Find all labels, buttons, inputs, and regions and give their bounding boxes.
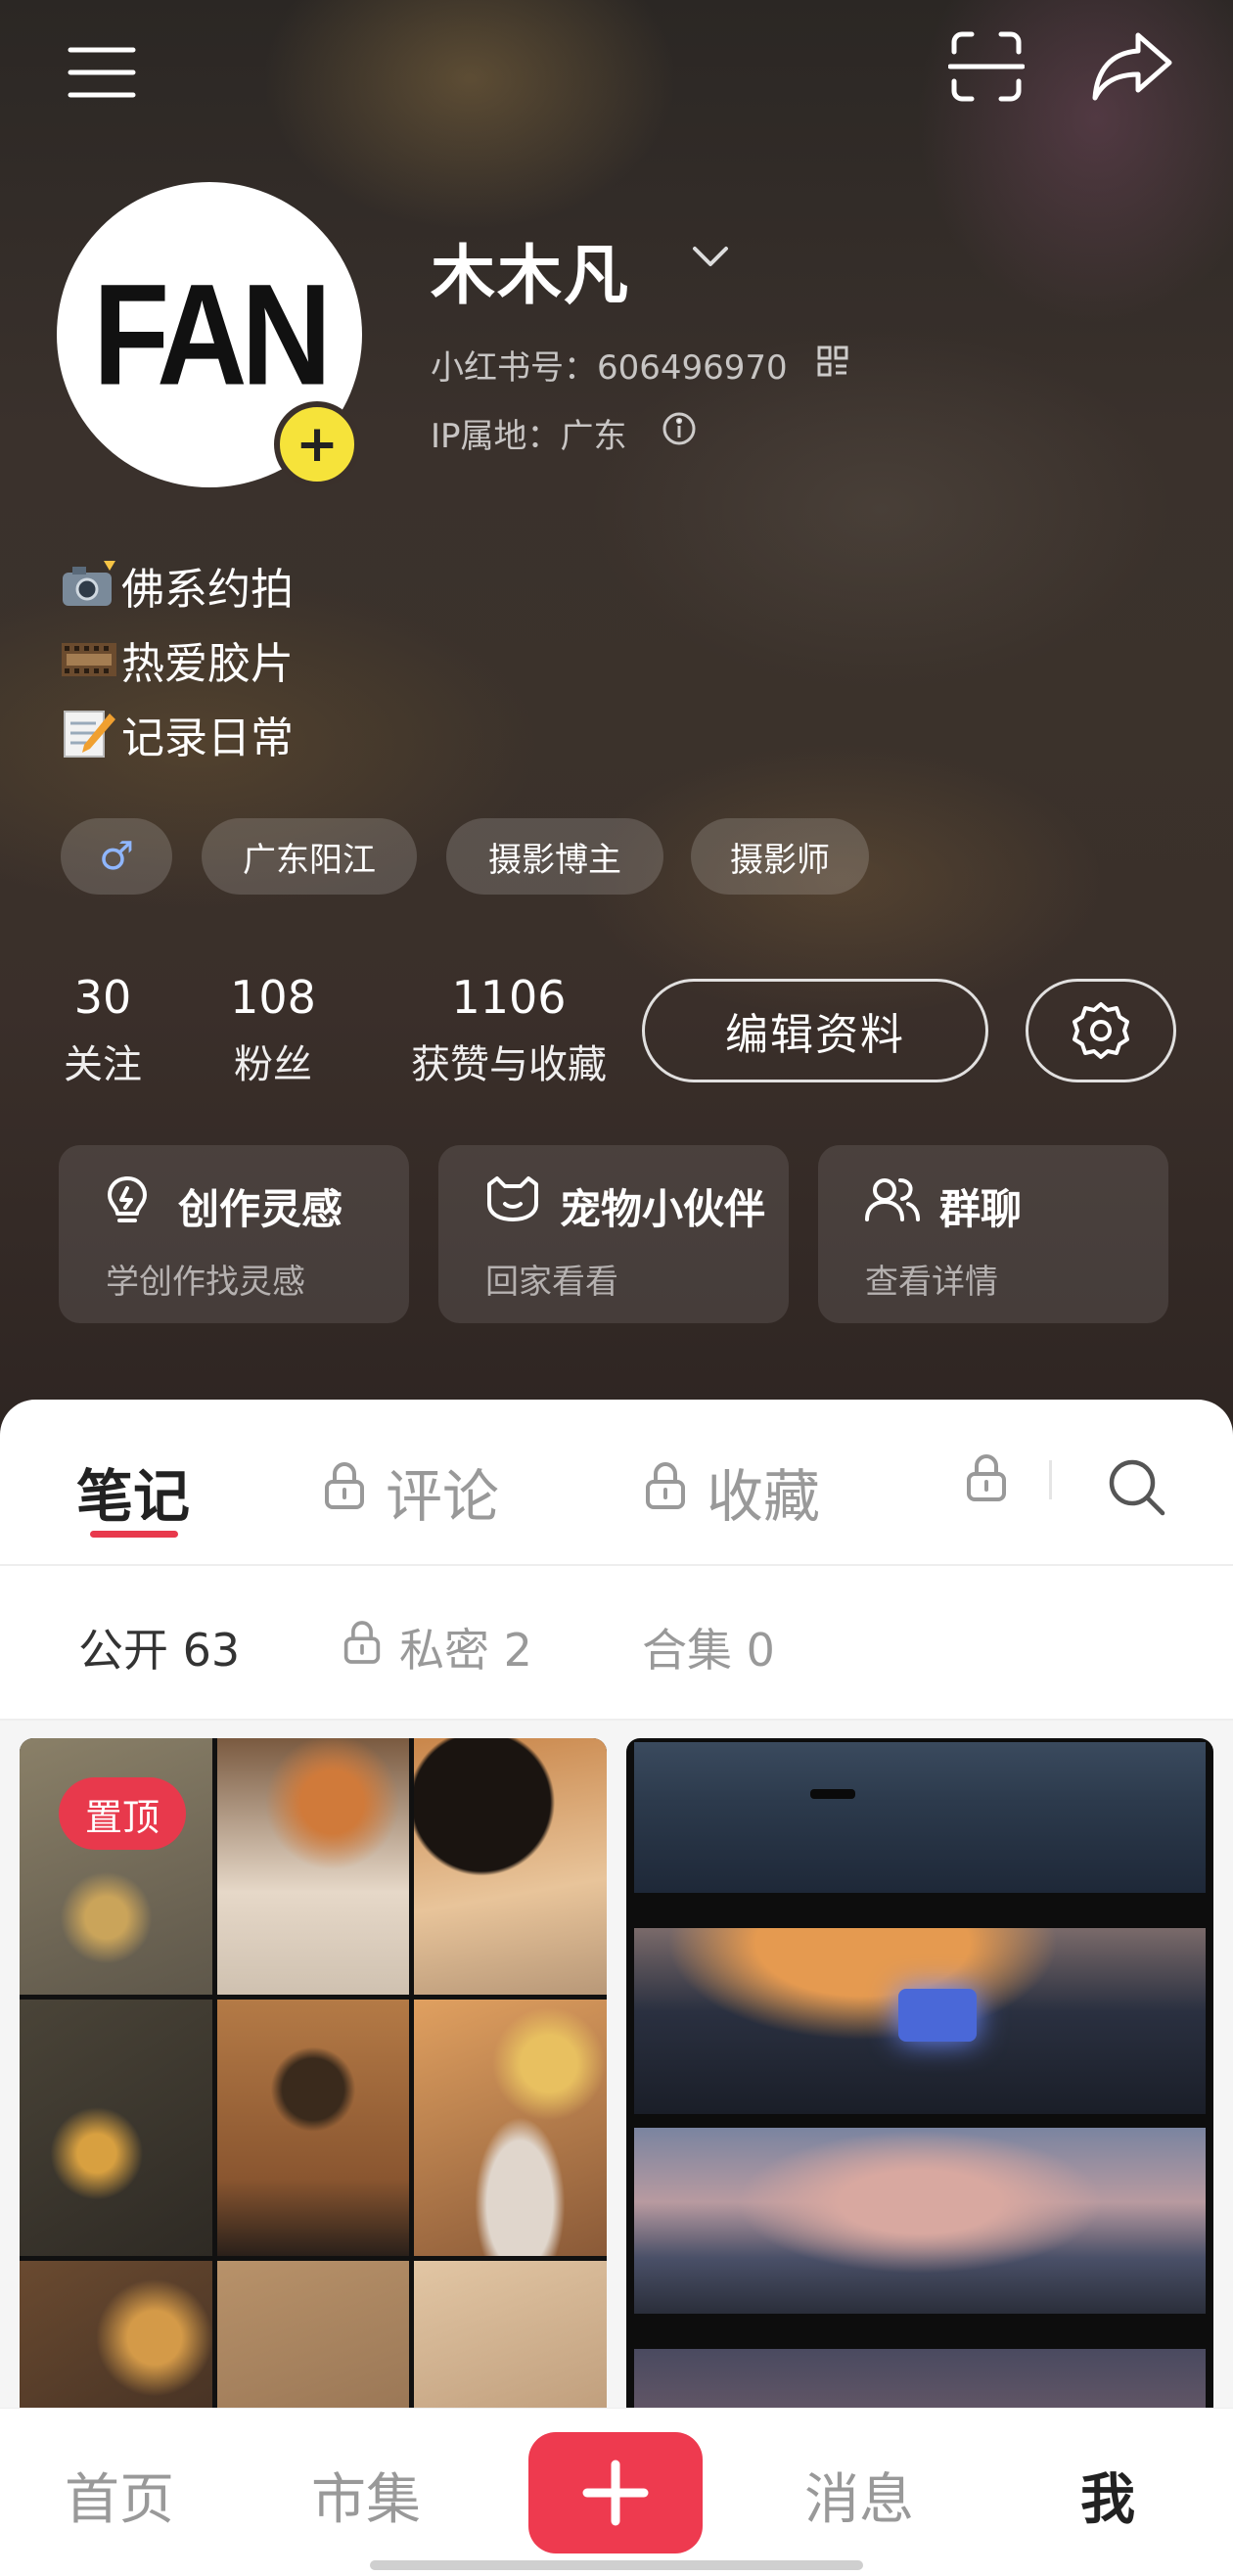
- edit-profile-button[interactable]: 编辑资料: [642, 979, 988, 1082]
- note-card[interactable]: 置顶: [20, 1738, 607, 2521]
- tab-comments[interactable]: 评论: [323, 1450, 499, 1533]
- note-filter-tabs: 公开 63 私密 2 合集 0: [0, 1566, 1233, 1721]
- bottom-navigation: 首页 市集 消息 我: [0, 2408, 1233, 2576]
- photo-sea-boat: [634, 1742, 1206, 1893]
- stat-value: 30: [73, 971, 132, 1024]
- profile-header: FAN + 木木凡 小红书号：606496970 IP属地：广东 佛系约拍 热爱…: [0, 0, 1233, 1439]
- subtab-label: 私密 2: [399, 1624, 532, 1677]
- photo-dusk-beach: [634, 2128, 1206, 2314]
- stat-label: 关注: [64, 1042, 142, 1087]
- card-title: 群聊: [939, 1185, 1023, 1233]
- content-sheet: 笔记 评论 收藏 公开 63 私密 2 合集 0 置顶: [0, 1400, 1233, 2576]
- boat-silhouette: [810, 1789, 855, 1799]
- note-card[interactable]: [626, 1738, 1213, 2521]
- gender-tag: ♂: [61, 818, 172, 895]
- photo-flower-shadow: [20, 2000, 212, 2256]
- tag-photographer[interactable]: 摄影师: [691, 818, 869, 895]
- settings-button[interactable]: [1026, 979, 1176, 1082]
- qrcode-icon[interactable]: [816, 345, 849, 382]
- home-indicator: [370, 2560, 863, 2570]
- tag-photography-blogger[interactable]: 摄影博主: [446, 818, 663, 895]
- photo-sunset-camera: [634, 1928, 1206, 2114]
- photo-mirror-vase: [414, 1738, 607, 1995]
- plus-icon: +: [296, 415, 339, 474]
- nav-me[interactable]: 我: [1080, 2456, 1135, 2535]
- lock-icon: [644, 1458, 687, 1525]
- card-title: 创作灵感: [178, 1185, 343, 1233]
- nav-add-button[interactable]: [528, 2432, 703, 2553]
- subtab-collections[interactable]: 合集 0: [642, 1615, 775, 1679]
- nav-messages[interactable]: 消息: [804, 2456, 914, 2535]
- card-pet-buddy[interactable]: 宠物小伙伴 回家看看: [438, 1145, 789, 1323]
- hamburger-icon[interactable]: [63, 39, 141, 106]
- camera-flash-icon: [61, 561, 117, 610]
- group-icon: [863, 1174, 922, 1227]
- stat-followers[interactable]: 108 粉丝: [219, 975, 327, 1084]
- camera-screen-glow: [898, 1989, 977, 2042]
- share-icon[interactable]: [1088, 23, 1176, 110]
- lock-icon: [323, 1458, 366, 1525]
- gear-icon: [1073, 1002, 1129, 1059]
- card-subtitle: 查看详情: [865, 1263, 998, 1302]
- lightbulb-icon: [104, 1174, 151, 1229]
- bio-text: 热爱胶片: [121, 639, 294, 689]
- photo-vase-silhouette: [216, 2000, 410, 2256]
- nickname: 木木凡: [431, 238, 630, 313]
- lock-icon: [342, 1619, 382, 1677]
- subtab-label: 公开 63: [78, 1624, 241, 1677]
- tab-notes[interactable]: 笔记: [76, 1450, 190, 1533]
- stat-following[interactable]: 30 关注: [51, 975, 155, 1084]
- card-title: 宠物小伙伴: [560, 1185, 766, 1233]
- tab-active-indicator: [90, 1531, 178, 1538]
- nav-home[interactable]: 首页: [65, 2456, 174, 2535]
- stat-label: 粉丝: [234, 1042, 312, 1087]
- photo-vase-flowers: [216, 1738, 410, 1995]
- card-subtitle: 学创作找灵感: [106, 1263, 305, 1302]
- pinned-badge: 置顶: [59, 1777, 186, 1850]
- search-icon[interactable]: [1102, 1452, 1170, 1521]
- card-group-chat[interactable]: 群聊 查看详情: [818, 1145, 1168, 1323]
- nav-market[interactable]: 市集: [311, 2456, 421, 2535]
- tab-label: 评论: [386, 1463, 500, 1530]
- subtab-private[interactable]: 私密 2: [342, 1615, 532, 1679]
- stat-value: 1106: [451, 971, 567, 1024]
- bio-line: 热爱胶片: [61, 628, 294, 691]
- scan-icon[interactable]: [943, 23, 1029, 110]
- info-icon[interactable]: [662, 411, 697, 450]
- tab-divider: [1049, 1460, 1052, 1499]
- card-creative-inspiration[interactable]: 创作灵感 学创作找灵感: [59, 1145, 409, 1323]
- stat-label: 获赞与收藏: [411, 1042, 607, 1087]
- avatar-add-button[interactable]: +: [274, 401, 360, 487]
- bio-line: 佛系约拍: [61, 554, 294, 617]
- ip-location: IP属地：广东: [431, 417, 627, 456]
- tab-label: 收藏: [707, 1463, 821, 1530]
- card-subtitle: 回家看看: [485, 1263, 618, 1302]
- stat-likes-collects[interactable]: 1106 获赞与收藏: [391, 975, 626, 1084]
- photo-white-vase: [414, 2000, 607, 2256]
- subtab-label: 合集 0: [642, 1624, 775, 1677]
- bio-line: 记录日常: [61, 703, 294, 765]
- avatar-logo-text: FAN: [93, 253, 332, 416]
- bio-text: 佛系约拍: [121, 565, 294, 615]
- plus-icon: [582, 2460, 649, 2526]
- bio-text: 记录日常: [121, 713, 294, 763]
- pet-icon: [483, 1174, 542, 1227]
- subtab-public[interactable]: 公开 63: [78, 1615, 240, 1679]
- profile-tabs: 笔记 评论 收藏: [0, 1400, 1233, 1566]
- film-icon: [61, 635, 117, 684]
- male-icon: ♂: [99, 834, 134, 879]
- tab-more-locked[interactable]: [965, 1450, 1028, 1517]
- tab-label: 笔记: [76, 1463, 191, 1530]
- xiaohongshu-id: 小红书号：606496970: [431, 348, 788, 388]
- memo-icon: [61, 710, 117, 759]
- lock-icon: [965, 1450, 1008, 1517]
- chevron-down-icon[interactable]: [691, 245, 730, 274]
- stat-value: 108: [230, 971, 316, 1024]
- tab-collections[interactable]: 收藏: [644, 1450, 820, 1533]
- tag-location[interactable]: 广东阳江: [202, 818, 417, 895]
